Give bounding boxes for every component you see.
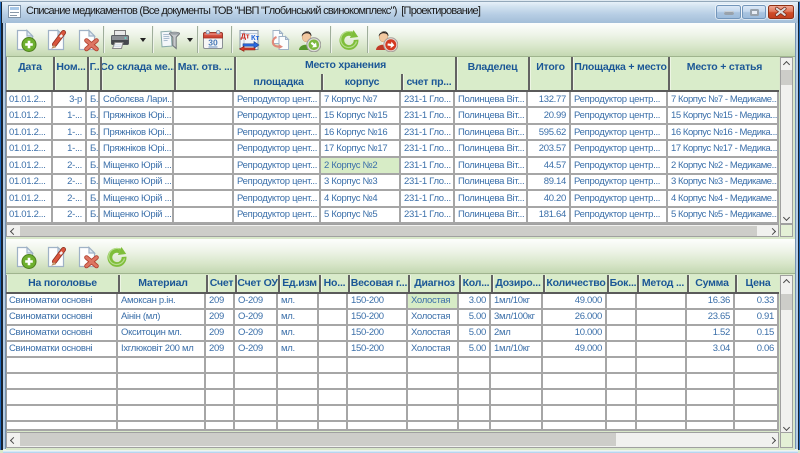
svg-text:Дт: Дт bbox=[240, 31, 249, 40]
svg-text:30: 30 bbox=[208, 37, 218, 47]
svg-text:Кт: Кт bbox=[251, 33, 260, 42]
